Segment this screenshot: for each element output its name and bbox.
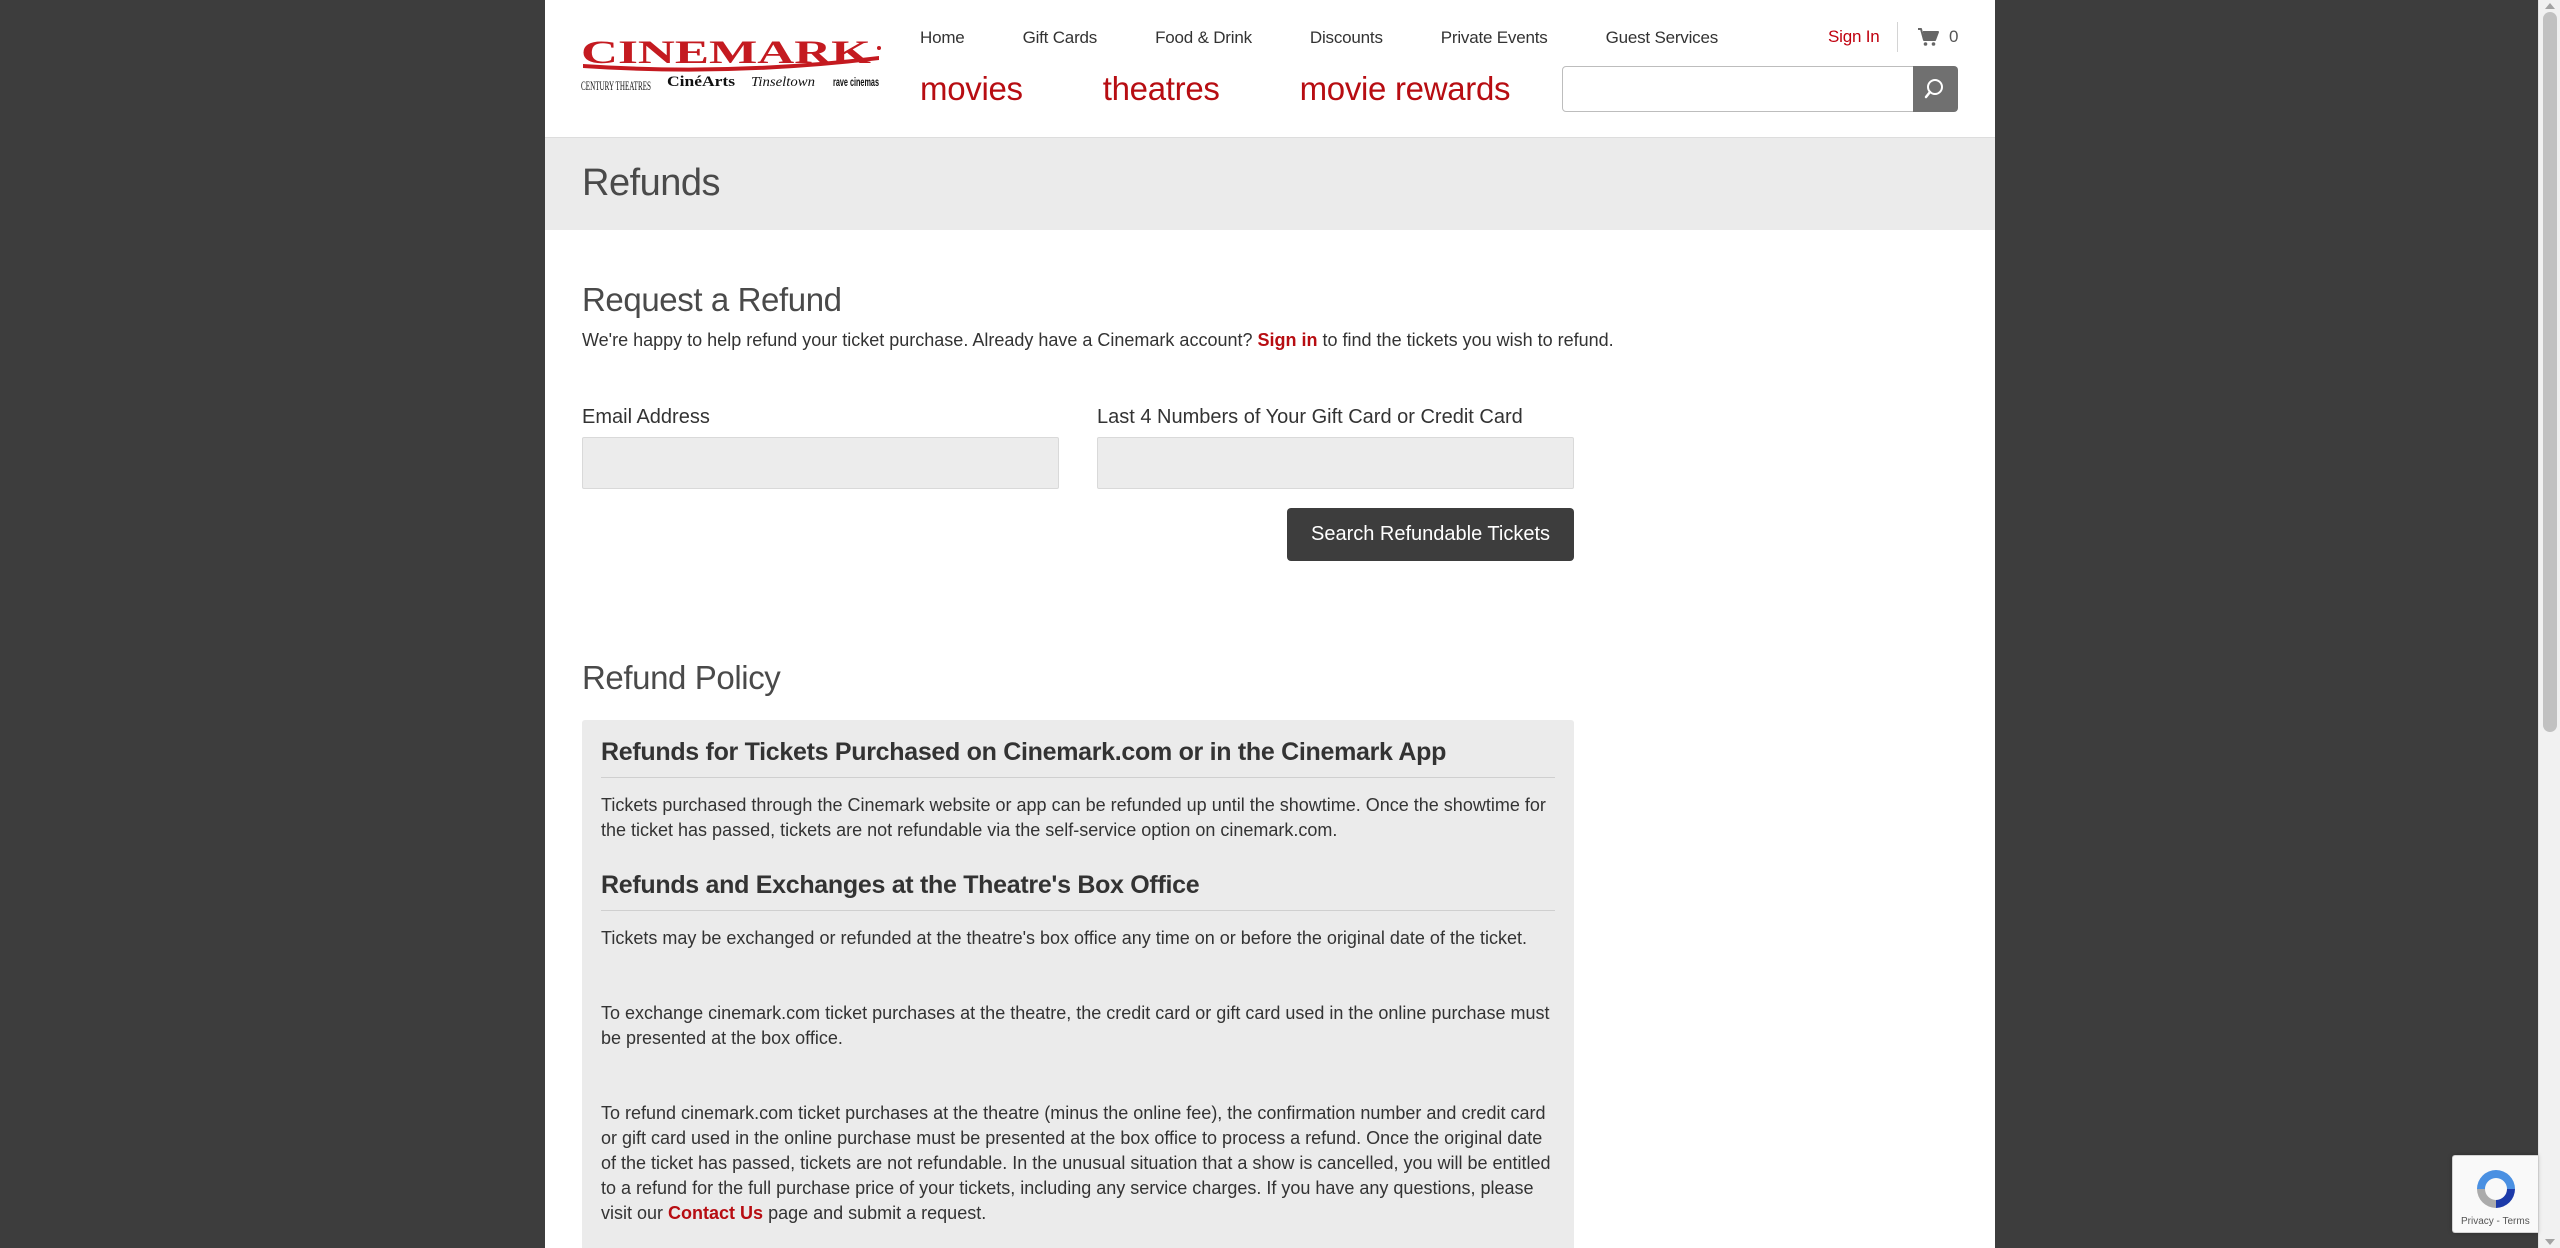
nav-discounts[interactable]: Discounts — [1310, 28, 1383, 48]
search-input[interactable] — [1562, 66, 1914, 112]
site-header: CINEMARK CENTURY THEATRES CinéArts Tinse… — [545, 0, 1995, 138]
cart-count: 0 — [1949, 27, 1959, 46]
request-refund-heading: Request a Refund — [582, 281, 842, 318]
main-nav: movies theatres movie rewards — [920, 70, 1590, 108]
sign-in-link[interactable]: Sign In — [1828, 27, 1880, 47]
search-button[interactable] — [1913, 66, 1958, 112]
page-title: Refunds — [582, 162, 721, 204]
box-office-text-2: To exchange cinemark.com ticket purchase… — [601, 1003, 1550, 1048]
email-label: Email Address — [582, 406, 710, 428]
recaptcha-icon — [2477, 1170, 2515, 1208]
scroll-thumb[interactable] — [2543, 12, 2557, 732]
logo-rave: rave cinemas — [833, 75, 879, 89]
card-digits-label: Last 4 Numbers of Your Gift Card or Cred… — [1097, 406, 1523, 428]
scroll-down-arrow-icon[interactable] — [2545, 1239, 2555, 1245]
logo-brand: CINEMARK — [581, 35, 872, 71]
online-refunds-text: Tickets purchased through the Cinemark w… — [601, 795, 1546, 840]
page-scrollbar[interactable] — [2538, 0, 2560, 1248]
logo-century: CENTURY THEATRES — [581, 78, 651, 93]
box-office-heading: Refunds and Exchanges at the Theatre's B… — [601, 871, 1555, 911]
header-divider — [1897, 22, 1898, 52]
refund-policy-box: Refunds for Tickets Purchased on Cinemar… — [582, 720, 1574, 1248]
box-office-text-3: To refund cinemark.com ticket purchases … — [601, 1101, 1561, 1226]
email-field[interactable] — [582, 437, 1059, 489]
page: CINEMARK CENTURY THEATRES CinéArts Tinse… — [545, 0, 1995, 1248]
nav-theatres[interactable]: theatres — [1103, 70, 1220, 108]
recaptcha-links[interactable]: Privacy - Terms — [2461, 1216, 2530, 1227]
contact-us-link[interactable]: Contact Us — [668, 1203, 763, 1223]
card-digits-field[interactable] — [1097, 437, 1574, 489]
logo-cinearts: CinéArts — [667, 74, 735, 90]
logo-tinseltown: Tinseltown — [751, 75, 815, 90]
intro-text: We're happy to help refund your ticket p… — [582, 330, 1253, 350]
cinemark-logo[interactable]: CINEMARK CENTURY THEATRES CinéArts Tinse… — [581, 34, 883, 98]
intro-text-after: to find the tickets you wish to refund. — [1322, 330, 1614, 350]
nav-private-events[interactable]: Private Events — [1441, 28, 1548, 48]
refund-policy-heading: Refund Policy — [582, 659, 781, 696]
search-icon — [1924, 79, 1943, 99]
request-intro: We're happy to help refund your ticket p… — [582, 330, 1614, 351]
intro-sign-in-link[interactable]: Sign in — [1258, 330, 1318, 350]
scroll-up-arrow-icon[interactable] — [2545, 3, 2555, 9]
utility-nav: Home Gift Cards Food & Drink Discounts P… — [920, 27, 1776, 49]
nav-gift-cards[interactable]: Gift Cards — [1023, 28, 1098, 48]
page-title-band: Refunds — [545, 138, 1995, 230]
nav-guest-services[interactable]: Guest Services — [1606, 28, 1719, 48]
nav-movie-rewards[interactable]: movie rewards — [1300, 70, 1511, 108]
nav-home[interactable]: Home — [920, 28, 965, 48]
cart-icon — [1918, 28, 1939, 46]
cart-button[interactable]: 0 — [1917, 27, 1958, 47]
recaptcha-badge[interactable]: Privacy - Terms — [2452, 1155, 2538, 1233]
search-refundable-tickets-button[interactable]: Search Refundable Tickets — [1287, 508, 1574, 561]
online-refunds-heading: Refunds for Tickets Purchased on Cinemar… — [601, 738, 1555, 778]
nav-food-drink[interactable]: Food & Drink — [1155, 28, 1252, 48]
box-office-text-1: Tickets may be exchanged or refunded at … — [601, 928, 1527, 948]
nav-movies[interactable]: movies — [920, 70, 1023, 108]
box-office-text-3-after: page and submit a request. — [768, 1203, 987, 1223]
